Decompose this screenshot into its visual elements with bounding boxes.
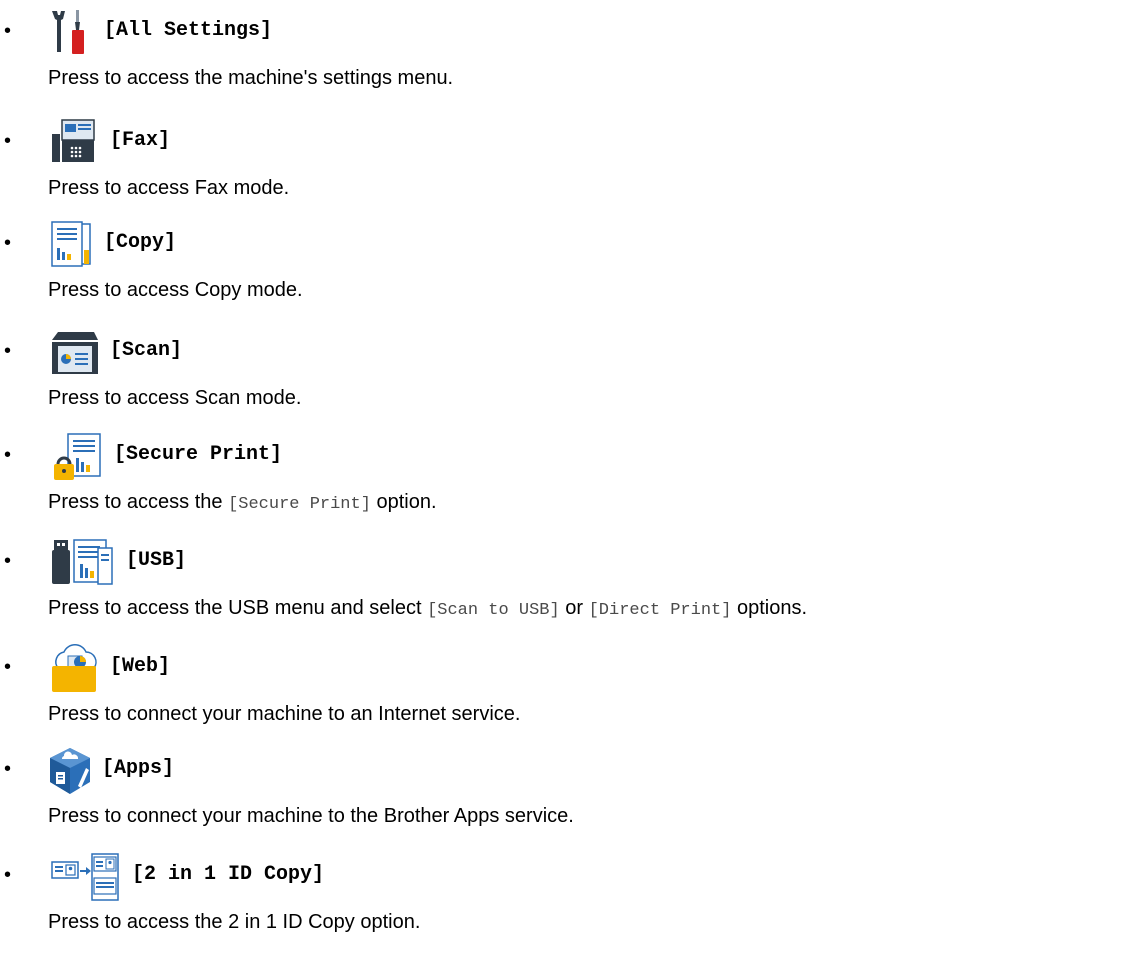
bullet: • bbox=[4, 758, 12, 780]
item-description: Press to access the USB menu and select … bbox=[48, 597, 808, 620]
apps-icon[interactable] bbox=[48, 746, 94, 794]
list-item-copy: • [Copy] Press to access Copy mode. bbox=[0, 220, 1132, 320]
bullet: • bbox=[4, 550, 12, 572]
item-description: Press to connect your machine to an Inte… bbox=[48, 703, 521, 725]
item-description: Press to connect your machine to the Bro… bbox=[48, 805, 574, 827]
secure-print-icon[interactable] bbox=[48, 432, 106, 480]
item-description: Press to access the machine's settings m… bbox=[48, 67, 454, 89]
item-label: [Fax] bbox=[110, 129, 171, 152]
item-label: [All Settings] bbox=[104, 19, 273, 42]
item-label: [Scan] bbox=[110, 339, 183, 362]
bullet: • bbox=[4, 232, 12, 254]
list-item-all-settings: • [All Settings] Press to access the mac… bbox=[0, 8, 1132, 108]
item-label: [Apps] bbox=[102, 757, 175, 780]
fax-icon[interactable] bbox=[48, 118, 98, 164]
usb-icon[interactable] bbox=[48, 538, 118, 585]
list-item-scan: • [Scan] Press to access Scan mode. bbox=[0, 328, 1132, 428]
inline-code: [Scan to USB] bbox=[427, 601, 560, 620]
list-item-2-in-1-id-copy: • [2 in 1 ID Copy] Press to access the 2… bbox=[0, 852, 1132, 952]
all-settings-icon[interactable] bbox=[48, 8, 92, 54]
item-label: [2 in 1 ID Copy] bbox=[132, 863, 325, 886]
list-item-apps: • [Apps] Press to connect your machine t… bbox=[0, 746, 1132, 846]
bullet: • bbox=[4, 864, 12, 886]
list-item-secure-print: • [Secure Print] Press to access the [Se… bbox=[0, 432, 1132, 532]
bullet: • bbox=[4, 656, 12, 678]
inline-code: [Direct Print] bbox=[588, 601, 732, 620]
item-description: Press to access the [Secure Print] optio… bbox=[48, 491, 437, 514]
item-description: Press to access the 2 in 1 ID Copy optio… bbox=[48, 911, 421, 933]
bullet: • bbox=[4, 130, 12, 152]
item-description: Press to access Copy mode. bbox=[48, 279, 303, 301]
scan-icon[interactable] bbox=[48, 328, 100, 374]
web-icon[interactable] bbox=[48, 644, 100, 692]
item-label: [Secure Print] bbox=[114, 443, 283, 466]
bullet: • bbox=[4, 20, 12, 42]
item-label: [Copy] bbox=[104, 231, 177, 254]
list-item-web: • [Web] Press to connect your machine to… bbox=[0, 644, 1132, 744]
id-copy-icon[interactable] bbox=[48, 852, 122, 901]
bullet: • bbox=[4, 340, 12, 362]
item-description: Press to access Fax mode. bbox=[48, 177, 290, 199]
list-item-usb: • [USB] Press to access the USB menu and… bbox=[0, 538, 1132, 638]
copy-icon[interactable] bbox=[48, 220, 96, 267]
list-item-fax: • [Fax] Press to access Fax mode. bbox=[0, 118, 1132, 218]
bullet: • bbox=[4, 444, 12, 466]
item-description: Press to access Scan mode. bbox=[48, 387, 302, 409]
inline-code: [Secure Print] bbox=[228, 495, 371, 514]
item-label: [USB] bbox=[126, 549, 187, 572]
item-label: [Web] bbox=[110, 655, 171, 678]
